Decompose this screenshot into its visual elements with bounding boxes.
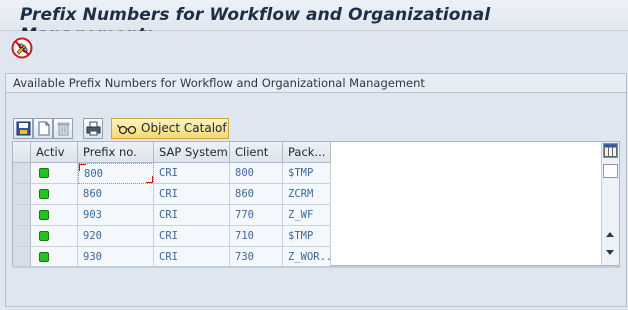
system-cell[interactable]: CRI [154, 226, 230, 247]
prefix-cell[interactable]: 920 [78, 226, 154, 247]
delete-trash-icon[interactable] [53, 118, 73, 139]
table-row[interactable]: 903 CRI 770 Z_WF [13, 205, 619, 226]
row-selector[interactable] [13, 247, 31, 268]
column-layout-icon[interactable] [603, 143, 618, 158]
row-selector[interactable] [13, 226, 31, 247]
active-cell [31, 247, 78, 268]
package-cell[interactable]: $TMP [283, 163, 331, 184]
row-selector[interactable] [13, 184, 31, 205]
column-header-sap-system[interactable]: SAP System [154, 142, 230, 163]
table-row[interactable]: 930 CRI 730 Z_WOR... [13, 247, 619, 268]
application-toolbar [0, 31, 628, 64]
table-row[interactable]: 860 CRI 860 ZCRM [13, 184, 619, 205]
client-cell[interactable]: 860 [230, 184, 283, 205]
object-catalog-label: Object Catalof [141, 121, 227, 135]
print-icon[interactable] [83, 118, 103, 139]
client-cell[interactable]: 800 [230, 163, 283, 184]
scroll-down-icon[interactable] [606, 250, 614, 255]
column-header-prefix[interactable]: Prefix no. [78, 142, 154, 163]
system-cell[interactable]: CRI [154, 184, 230, 205]
active-led-icon [39, 168, 49, 178]
pencil-glasses-icon[interactable] [11, 37, 33, 59]
active-cell [31, 205, 78, 226]
active-led-icon [39, 231, 49, 241]
active-led-icon [39, 252, 49, 262]
new-document-icon[interactable] [33, 118, 53, 139]
title-bar: Prefix Numbers for Workflow and Organiza… [0, 0, 628, 45]
prefix-numbers-table: Activ Prefix no. SAP System Client Pack.… [12, 141, 620, 268]
prefix-cell[interactable]: 930 [78, 247, 154, 268]
package-cell[interactable]: Z_WOR... [283, 247, 331, 268]
group-title: Available Prefix Numbers for Workflow an… [6, 74, 626, 93]
active-led-icon [39, 189, 49, 199]
column-header-package[interactable]: Pack... [283, 142, 331, 163]
save-details-icon[interactable] [13, 118, 33, 139]
client-cell[interactable]: 730 [230, 247, 283, 268]
prefix-cell[interactable]: 903 [78, 205, 154, 226]
system-cell[interactable]: CRI [154, 163, 230, 184]
system-cell[interactable]: CRI [154, 205, 230, 226]
scroll-up-icon[interactable] [606, 232, 614, 237]
table-header-row: Activ Prefix no. SAP System Client Pack.… [13, 142, 619, 163]
vertical-scrollbar[interactable] [601, 142, 619, 265]
active-cell [31, 226, 78, 247]
table-row[interactable]: 800 CRI 800 $TMP [13, 163, 619, 184]
prefix-cell[interactable]: 860 [78, 184, 154, 205]
row-selector[interactable] [13, 205, 31, 226]
table-bottom-divider [12, 266, 620, 268]
object-catalog-button[interactable]: Object Catalof [111, 118, 229, 139]
client-cell[interactable]: 710 [230, 226, 283, 247]
row-selector[interactable] [13, 163, 31, 184]
table-row[interactable]: 920 CRI 710 $TMP [13, 226, 619, 247]
package-cell[interactable]: ZCRM [283, 184, 331, 205]
scroll-checkbox[interactable] [603, 164, 618, 178]
client-cell[interactable]: 770 [230, 205, 283, 226]
prefix-cell[interactable]: 800 [78, 163, 154, 184]
select-all-cell[interactable] [13, 142, 31, 163]
package-cell[interactable]: $TMP [283, 226, 331, 247]
system-cell[interactable]: CRI [154, 247, 230, 268]
prefix-numbers-group: Available Prefix Numbers for Workflow an… [5, 73, 627, 307]
alv-toolbar: Object Catalof [13, 118, 253, 140]
package-cell[interactable]: Z_WF [283, 205, 331, 226]
active-cell [31, 184, 78, 205]
active-cell [31, 163, 78, 184]
column-header-activ[interactable]: Activ [31, 142, 78, 163]
active-led-icon [39, 210, 49, 220]
column-header-client[interactable]: Client [230, 142, 283, 163]
glasses-icon [117, 124, 137, 135]
